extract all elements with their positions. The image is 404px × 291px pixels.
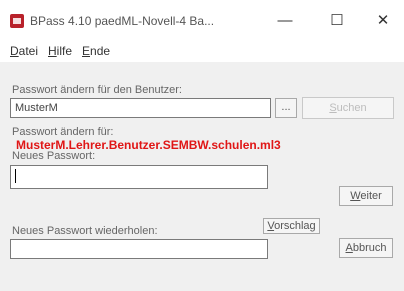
new-password-field[interactable] <box>10 165 268 189</box>
next-button[interactable]: Weiter <box>339 186 393 206</box>
browse-button[interactable]: ... <box>275 98 297 118</box>
user-field[interactable]: MusterM <box>10 98 271 118</box>
menu-datei[interactable]: Datei <box>10 44 38 58</box>
menu-ende[interactable]: Ende <box>82 44 110 58</box>
bpass-app-icon[interactable] <box>10 14 24 28</box>
bpass-window: BPass 4.10 paedML-Novell-4 Ba... — ☐ ✕ D… <box>0 0 404 291</box>
menu-bar: Datei Hilfe Ende <box>0 40 404 62</box>
user-label: Passwort ändern für den Benutzer: <box>12 84 182 96</box>
window-title: BPass 4.10 paedML-Novell-4 Ba... <box>30 14 215 28</box>
title-bar[interactable]: BPass 4.10 paedML-Novell-4 Ba... — ☐ ✕ <box>0 0 404 40</box>
suggest-button[interactable]: Vorschlag <box>263 218 320 234</box>
search-button[interactable]: Suchen <box>302 97 394 119</box>
maximize-button[interactable]: ☐ <box>320 8 354 34</box>
minimize-button[interactable]: — <box>268 8 302 34</box>
cancel-button[interactable]: Abbruch <box>339 238 393 258</box>
text-cursor <box>15 169 16 183</box>
change-for-label: Passwort ändern für: <box>12 126 114 138</box>
repeat-password-label: Neues Passwort wiederholen: <box>12 225 158 237</box>
close-button[interactable]: ✕ <box>366 8 400 34</box>
new-password-label: Neues Passwort: <box>12 150 96 162</box>
menu-hilfe[interactable]: Hilfe <box>48 44 72 58</box>
repeat-password-field[interactable] <box>10 239 268 259</box>
